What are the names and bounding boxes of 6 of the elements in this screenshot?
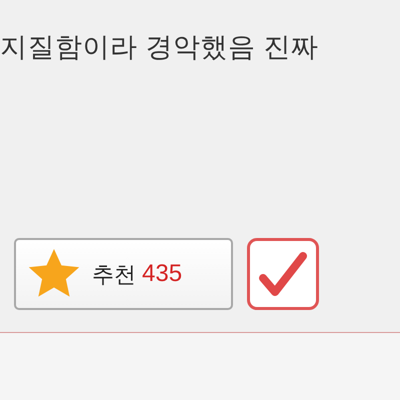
recommend-button[interactable]: 추천 435 [14, 238, 233, 310]
checkmark-icon [257, 250, 309, 298]
recommend-label: 추천 [92, 260, 136, 288]
check-button[interactable] [247, 238, 319, 310]
post-text: 지질함이라 경악했음 진짜 [0, 31, 320, 64]
recommend-count: 435 [142, 259, 182, 289]
